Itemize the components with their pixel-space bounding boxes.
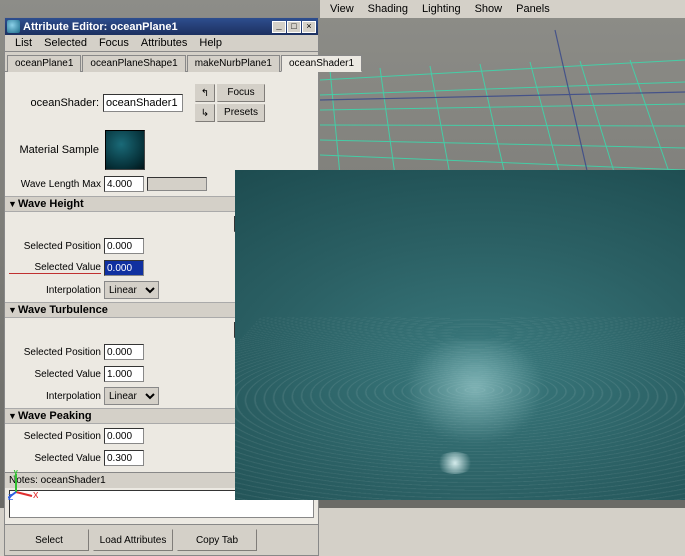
material-sample-row: Material Sample bbox=[9, 130, 314, 170]
shader-name-row: oceanShader: ↰ Focus ↳ Presets bbox=[9, 84, 314, 122]
collapse-icon: ▼ bbox=[7, 411, 18, 421]
select-button[interactable]: Select bbox=[9, 529, 89, 551]
wave-turbulence-interpolation-select[interactable]: Linear bbox=[104, 387, 159, 405]
menu-help[interactable]: Help bbox=[193, 36, 228, 50]
wave-peaking-value-input[interactable] bbox=[104, 450, 144, 466]
menu-lighting[interactable]: Lighting bbox=[416, 2, 467, 16]
node-tabs: oceanPlane1 oceanPlaneShape1 makeNurbPla… bbox=[5, 52, 318, 72]
wave-length-max-input[interactable] bbox=[104, 176, 144, 192]
tab-oceanshader1[interactable]: oceanShader1 bbox=[281, 55, 362, 72]
wave-turbulence-value-input[interactable] bbox=[104, 366, 144, 382]
bottom-button-bar: Select Load Attributes Copy Tab bbox=[5, 524, 318, 555]
interpolation-label: Interpolation bbox=[9, 391, 101, 402]
wave-peaking-position-input[interactable] bbox=[104, 428, 144, 444]
maya-icon bbox=[7, 20, 20, 33]
material-sample-label: Material Sample bbox=[9, 144, 99, 156]
ocean-render-preview bbox=[235, 170, 685, 500]
menu-attributes[interactable]: Attributes bbox=[135, 36, 193, 50]
selected-value-label: Selected Value bbox=[9, 369, 101, 380]
selected-position-label: Selected Position bbox=[9, 431, 101, 442]
menu-focus[interactable]: Focus bbox=[93, 36, 135, 50]
svg-text:z: z bbox=[8, 491, 14, 500]
minimize-button[interactable]: _ bbox=[272, 21, 286, 33]
selected-position-label: Selected Position bbox=[9, 347, 101, 358]
shader-name-input[interactable] bbox=[103, 94, 183, 112]
close-button[interactable]: × bbox=[302, 21, 316, 33]
wave-peaking-title: Wave Peaking bbox=[18, 410, 92, 422]
load-attributes-button[interactable]: Load Attributes bbox=[93, 529, 173, 551]
svg-text:x: x bbox=[33, 489, 38, 500]
viewport-menu-bar: View Shading Lighting Show Panels bbox=[320, 0, 685, 18]
selected-value-label: Selected Value bbox=[9, 453, 101, 464]
interpolation-label: Interpolation bbox=[9, 285, 101, 296]
wave-length-max-slider[interactable] bbox=[147, 177, 207, 191]
specular-highlight bbox=[435, 452, 475, 474]
wave-height-value-input[interactable] bbox=[104, 260, 144, 276]
focus-button[interactable]: Focus bbox=[217, 84, 265, 102]
menu-list[interactable]: List bbox=[9, 36, 38, 50]
collapse-icon: ▼ bbox=[7, 305, 18, 315]
wave-turbulence-title: Wave Turbulence bbox=[18, 304, 108, 316]
menu-view[interactable]: View bbox=[324, 2, 360, 16]
presets-button[interactable]: Presets bbox=[217, 104, 265, 122]
tab-oceanplane1[interactable]: oceanPlane1 bbox=[7, 55, 81, 72]
material-sample-swatch[interactable] bbox=[105, 130, 145, 170]
menu-panels[interactable]: Panels bbox=[510, 2, 556, 16]
menu-show[interactable]: Show bbox=[469, 2, 509, 16]
attribute-editor-menu: List Selected Focus Attributes Help bbox=[5, 35, 318, 52]
wave-length-max-label: Wave Length Max bbox=[9, 179, 101, 190]
wave-height-interpolation-select[interactable]: Linear bbox=[104, 281, 159, 299]
svg-text:y: y bbox=[13, 470, 19, 477]
copy-tab-button[interactable]: Copy Tab bbox=[177, 529, 257, 551]
tab-oceanplaneshape1[interactable]: oceanPlaneShape1 bbox=[82, 55, 185, 72]
go-in-icon[interactable]: ↳ bbox=[195, 104, 215, 122]
selected-value-label: Selected Value bbox=[9, 262, 101, 274]
tab-makenurbplane1[interactable]: makeNurbPlane1 bbox=[187, 55, 280, 72]
wave-height-title: Wave Height bbox=[18, 198, 84, 210]
axis-gizmo: x y z bbox=[8, 470, 38, 500]
selected-position-label: Selected Position bbox=[9, 241, 101, 252]
shader-label: oceanShader: bbox=[9, 97, 99, 109]
collapse-icon: ▼ bbox=[7, 199, 18, 209]
wave-turbulence-position-input[interactable] bbox=[104, 344, 144, 360]
menu-shading[interactable]: Shading bbox=[362, 2, 414, 16]
wave-height-position-input[interactable] bbox=[104, 238, 144, 254]
maximize-button[interactable]: □ bbox=[287, 21, 301, 33]
go-up-icon[interactable]: ↰ bbox=[195, 84, 215, 102]
window-title-bar[interactable]: Attribute Editor: oceanPlane1 _ □ × bbox=[5, 18, 318, 35]
menu-selected[interactable]: Selected bbox=[38, 36, 93, 50]
window-title: Attribute Editor: oceanPlane1 bbox=[23, 21, 272, 33]
